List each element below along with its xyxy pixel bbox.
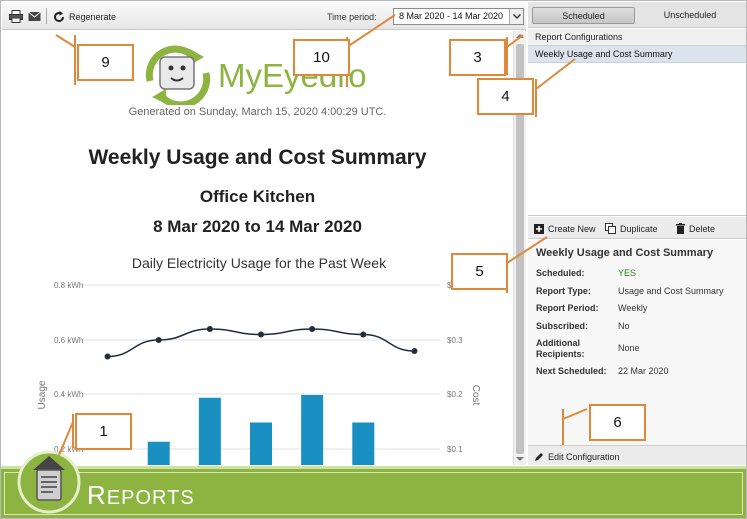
refresh-icon	[54, 10, 64, 22]
delete-button[interactable]: Delete	[676, 222, 715, 235]
report-toolbar: Regenerate Time period: 8 Mar 2020 - 14 …	[2, 2, 526, 30]
callout-9: 9	[77, 44, 134, 81]
callout-3: 3	[449, 39, 506, 76]
detail-value: None	[618, 343, 640, 353]
trash-icon	[676, 223, 685, 234]
chart-cost-point	[258, 331, 264, 338]
detail-value: No	[618, 321, 630, 331]
time-period-select[interactable]: 8 Mar 2020 - 14 Mar 2020	[393, 8, 524, 25]
details-title: Weekly Usage and Cost Summary	[536, 247, 714, 259]
callout-10: 10	[293, 39, 350, 76]
chart-bars	[147, 395, 375, 465]
chart-y-tick-label: 0.6 kWh	[54, 336, 83, 345]
chart-bar	[250, 422, 272, 465]
detail-key: Subscribed:	[536, 321, 589, 331]
time-period-label: Time period:	[327, 12, 377, 22]
chart-cost-point	[206, 326, 213, 332]
plus-icon	[534, 223, 544, 234]
detail-value: Weekly	[618, 303, 648, 313]
chevron-down-icon[interactable]	[509, 9, 523, 24]
callout-6: 6	[589, 404, 646, 441]
schedule-tab-bar: Scheduled Unscheduled	[528, 2, 746, 28]
chart-bar	[147, 441, 170, 465]
tab-unscheduled[interactable]: Unscheduled	[640, 7, 740, 24]
detail-value: Usage and Cost Summary	[618, 286, 724, 296]
footer-title-rest: EPORTS	[106, 487, 195, 509]
chart-y2-axis-label: Cost	[470, 385, 481, 406]
chart-bar	[301, 395, 324, 465]
config-list	[528, 63, 746, 216]
callout-4: 4	[477, 78, 534, 115]
chart-y-axis-label: Usage	[37, 380, 48, 409]
scroll-up-arrow[interactable]	[516, 34, 524, 38]
detail-key: Report Period:	[536, 303, 599, 313]
chart-bar	[352, 422, 375, 465]
duplicate-label: Duplicate	[620, 223, 658, 234]
chart-cost-point	[309, 326, 316, 332]
footer-title-initial: R	[87, 480, 107, 510]
regenerate-label: Regenerate	[69, 11, 117, 22]
edit-configuration-button[interactable]: Edit Configuration	[534, 450, 620, 463]
chart-cost-point	[155, 337, 162, 343]
chart-cost-line	[104, 326, 418, 360]
regenerate-button[interactable]: Regenerate	[53, 9, 116, 24]
detail-key: Next Scheduled:	[536, 366, 607, 376]
callout-5: 5	[451, 253, 508, 290]
reports-window: Regenerate Time period: 8 Mar 2020 - 14 …	[0, 0, 747, 519]
chart-y2-tick-label: $0.2	[447, 390, 463, 399]
envelope-icon	[28, 11, 41, 21]
edit-configuration-label: Edit Configuration	[548, 451, 620, 462]
footer-title: REPORTS	[87, 480, 195, 511]
pencil-icon	[535, 452, 543, 461]
edit-bar: Edit Configuration	[528, 445, 746, 465]
detail-key: Scheduled:	[536, 268, 585, 278]
detail-value: 22 Mar 2020	[618, 366, 669, 376]
create-new-button[interactable]: Create New	[534, 222, 596, 235]
toolbar-divider	[46, 8, 47, 24]
detail-value: YES	[618, 268, 637, 278]
chart-y2-tick-label: $0.1	[447, 445, 463, 454]
report-config-pane: Scheduled Unscheduled Report Configurati…	[528, 2, 746, 465]
printer-icon	[9, 10, 23, 23]
detail-key: Additional Recipients:	[536, 338, 585, 359]
config-action-bar: Create New Duplicate Delete	[528, 217, 746, 239]
report-preview: MyEyedro Generated on Sunday, March 15, …	[2, 31, 513, 465]
chart-y2-tick-label: $0.3	[447, 336, 463, 345]
tab-scheduled[interactable]: Scheduled	[532, 7, 635, 24]
duplicate-button[interactable]: Duplicate	[605, 222, 658, 235]
detail-key: Report Type:	[536, 286, 591, 296]
email-button[interactable]	[28, 9, 41, 24]
chart-cost-point	[104, 353, 111, 360]
callout-1: 1	[75, 413, 132, 450]
copy-icon	[605, 223, 616, 234]
chart-cost-point	[360, 331, 367, 338]
document-icon	[17, 450, 81, 514]
create-new-label: Create New	[548, 223, 596, 234]
usage-chart: 0.8 kWh $0.6 kWh $0.30.4 kWh $0.20.2 kWh $0.…	[37, 255, 481, 465]
scroll-down-arrow[interactable]	[516, 457, 524, 461]
time-period-value: 8 Mar 2020 - 14 Mar 2020	[399, 11, 504, 21]
print-button[interactable]	[9, 9, 23, 24]
chart-title: Daily Electricity Usage for the Past Wee…	[132, 255, 387, 271]
chart-bar	[198, 397, 221, 465]
chart-y-tick-label: 0.4 kWh	[54, 390, 83, 399]
config-list-item[interactable]: Weekly Usage and Cost Summary	[528, 46, 746, 63]
chart-y-tick-label: 0.8 kWh	[54, 281, 83, 290]
reports-footer-banner: REPORTS	[1, 466, 746, 518]
report-configurations-header: Report Configurations	[528, 29, 746, 46]
delete-label: Delete	[689, 223, 716, 234]
chart-cost-point	[411, 348, 418, 354]
